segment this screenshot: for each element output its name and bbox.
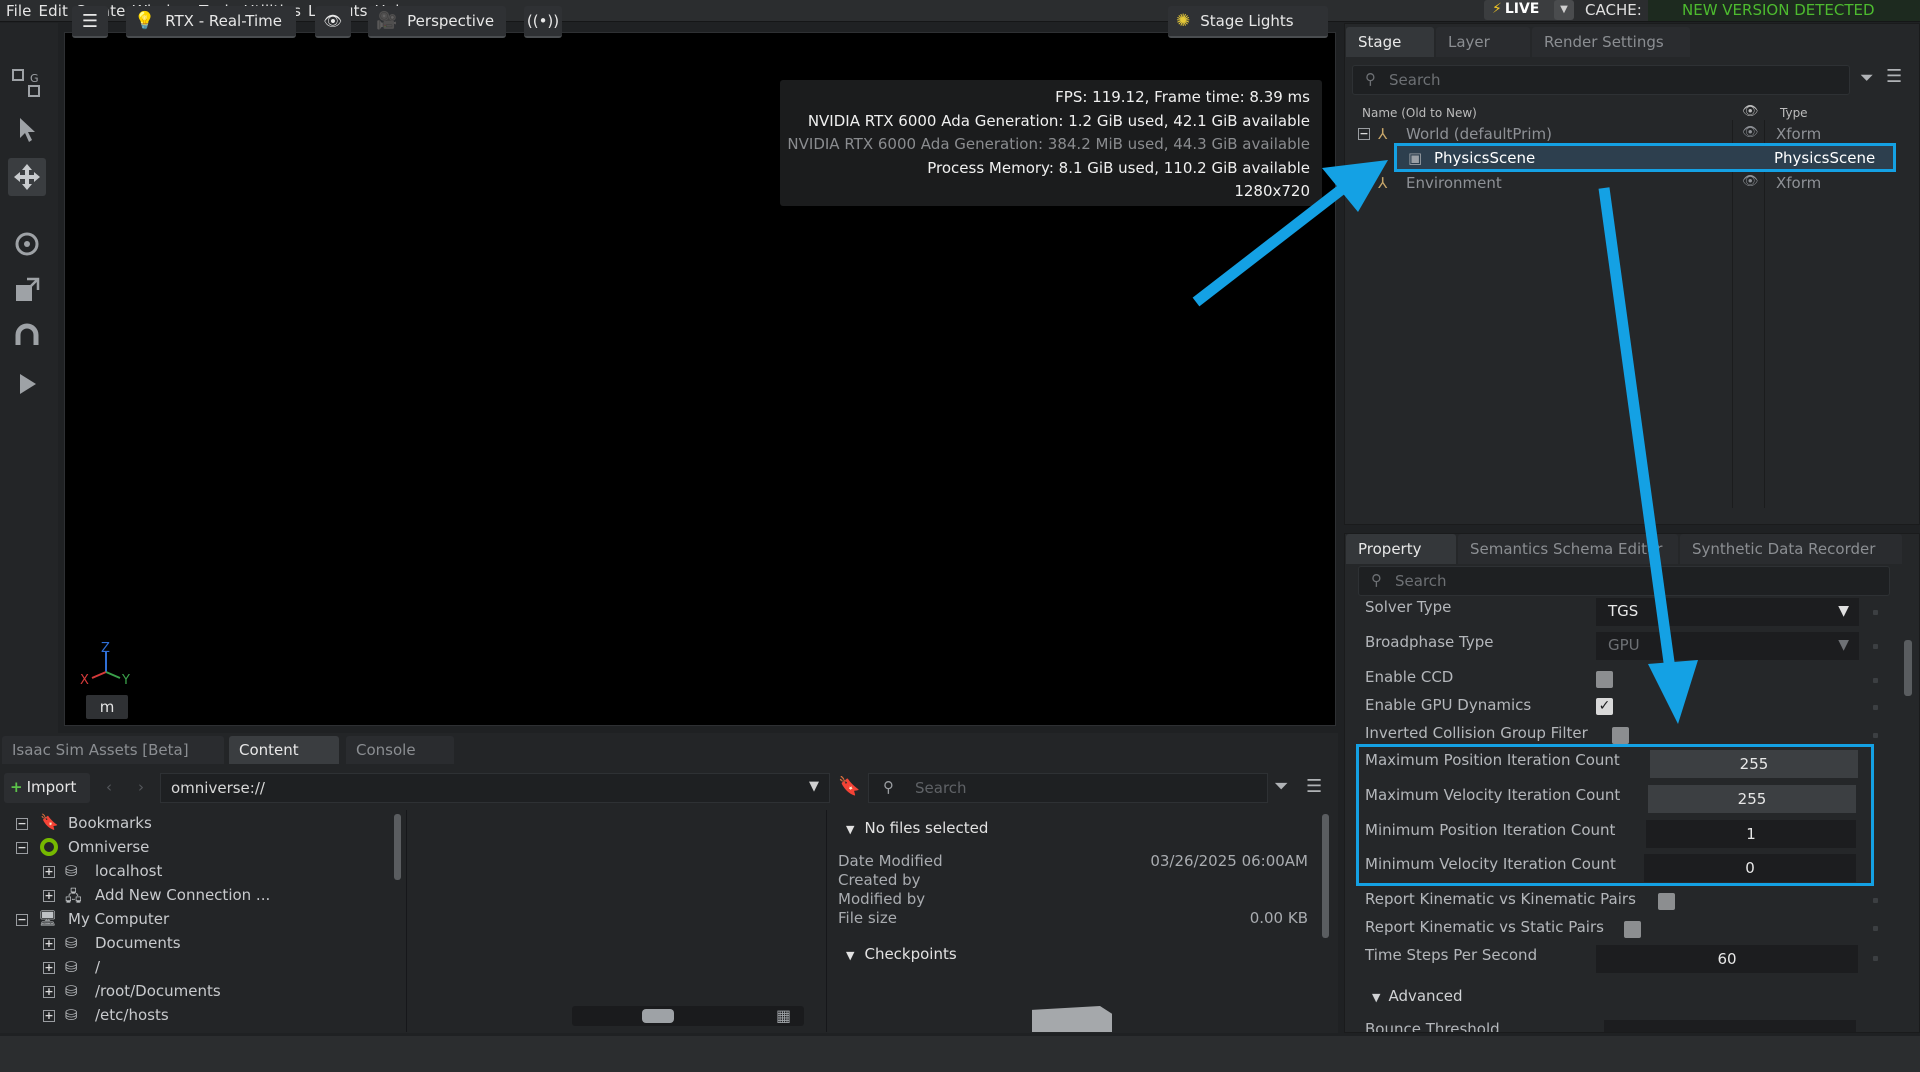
arrow-head-icon [1322,160,1388,212]
arrow-head-icon [1648,660,1698,724]
annotation-arrows [1192,160,1698,724]
status-bar [0,1036,1920,1072]
